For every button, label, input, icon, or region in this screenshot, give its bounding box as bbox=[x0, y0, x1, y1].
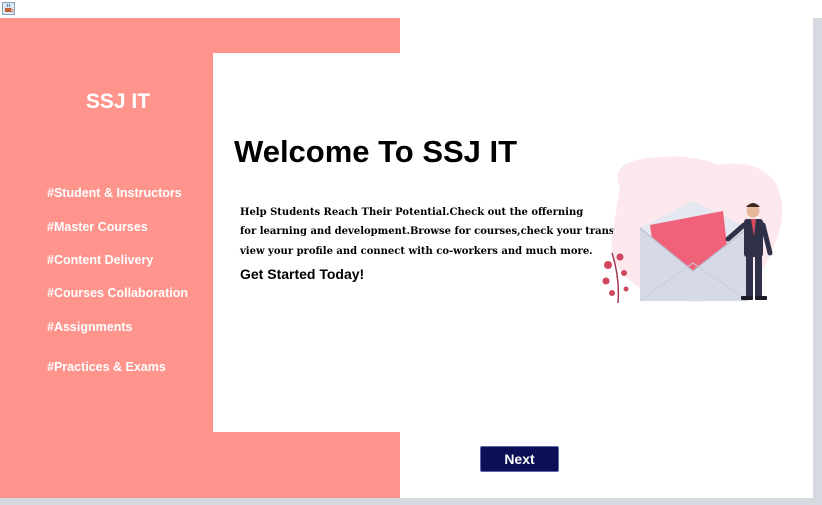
welcome-heading: Welcome To SSJ IT bbox=[234, 134, 518, 169]
description-line-2: for learning and development.Browse for … bbox=[240, 226, 645, 237]
window-border-bottom bbox=[0, 498, 822, 505]
feature-content-delivery: #Content Delivery bbox=[47, 253, 154, 267]
get-started-text: Get Started Today! bbox=[240, 266, 365, 282]
next-button[interactable]: Next bbox=[480, 446, 559, 472]
description-line-1: Help Students Reach Their Potential.Chec… bbox=[240, 207, 584, 218]
envelope-businessman-illustration bbox=[602, 156, 783, 303]
java-cup-icon bbox=[2, 2, 15, 15]
feature-assignments: #Assignments bbox=[47, 320, 133, 334]
window-content: SSJ IT #Student & Instructors #Master Co… bbox=[0, 18, 813, 498]
window-border-right bbox=[813, 18, 822, 505]
feature-courses-collaboration: #Courses Collaboration bbox=[47, 286, 188, 300]
description-line-3: view your profile and connect with co-wo… bbox=[240, 246, 593, 257]
feature-master-courses: #Master Courses bbox=[47, 220, 148, 234]
feature-student-instructors: #Student & Instructors bbox=[47, 186, 182, 200]
feature-practices-exams: #Practices & Exams bbox=[47, 360, 166, 374]
brand-title: SSJ IT bbox=[85, 90, 151, 113]
